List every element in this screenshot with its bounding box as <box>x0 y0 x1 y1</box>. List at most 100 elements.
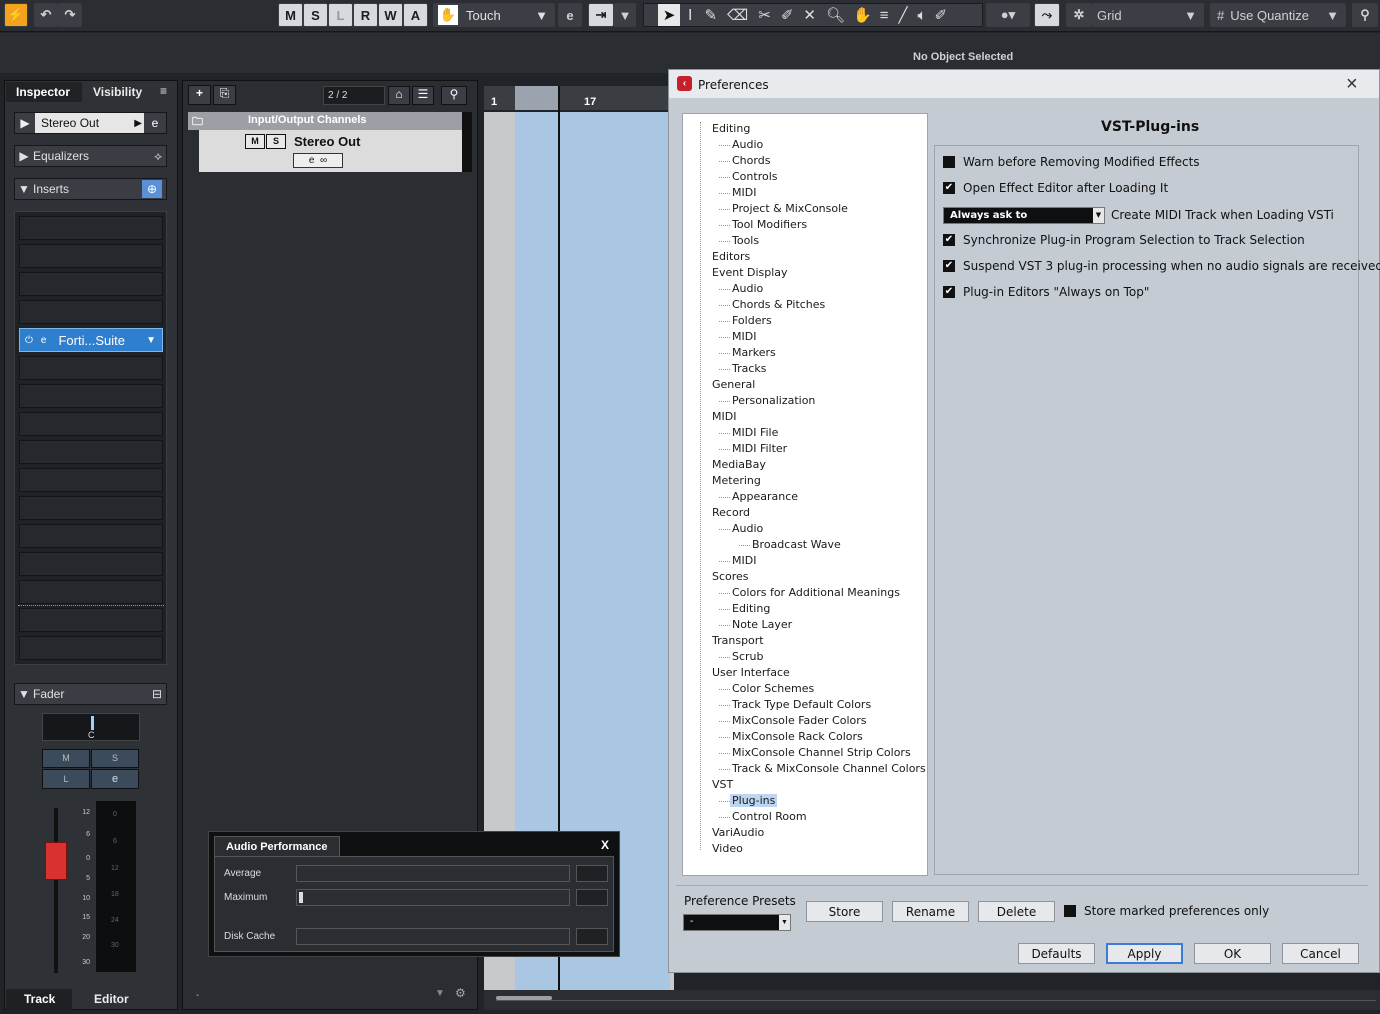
fader-edit-button[interactable]: e <box>91 769 139 789</box>
tree-item-audio[interactable]: Audio <box>732 282 763 295</box>
mode-w[interactable]: W <box>378 3 403 27</box>
project-activate-button[interactable]: ⚡ <box>4 3 28 27</box>
tree-item-editors[interactable]: Editors <box>712 250 750 263</box>
play-tool-icon[interactable]: 🔈︎ <box>918 7 927 24</box>
tree-item-appearance[interactable]: Appearance <box>732 490 798 503</box>
tree-item-colors-for-additional-meanings[interactable]: Colors for Additional Meanings <box>732 586 900 599</box>
mode-s[interactable]: S <box>303 3 328 27</box>
defaults-button[interactable]: Defaults <box>1018 943 1095 964</box>
object-selection-tool-icon[interactable]: ➤ <box>658 4 680 26</box>
inspector-fader-row[interactable]: ▼ Fader ⊟ <box>14 683 167 705</box>
insert-slot[interactable] <box>19 300 163 324</box>
insert-slot-active[interactable]: ⏻ e Forti...Suite ▼ <box>19 328 163 352</box>
inspector-equalizers-row[interactable]: ▶ Equalizers ⟡ <box>14 145 167 167</box>
tree-item-chords[interactable]: Chords <box>732 154 770 167</box>
fader-mute-button[interactable]: M <box>42 749 90 768</box>
tree-item-user-interface[interactable]: User Interface <box>712 666 790 679</box>
snap-type-select[interactable]: Grid ▼ <box>1092 3 1204 27</box>
tree-item-mixconsole-rack-colors[interactable]: MixConsole Rack Colors <box>732 730 863 743</box>
tree-item-plug-ins[interactable]: Plug-ins <box>730 794 778 807</box>
add-track-folder-icon[interactable]: ⎘ <box>213 85 236 105</box>
tree-item-metering[interactable]: Metering <box>712 474 761 487</box>
checkbox[interactable]: ✔ <box>943 234 955 246</box>
insert-slot[interactable] <box>19 412 163 436</box>
tree-item-variaudio[interactable]: VariAudio <box>712 826 764 839</box>
edit-channel-icon[interactable]: e <box>144 113 166 133</box>
tree-item-midi[interactable]: MIDI <box>712 410 736 423</box>
inspector-menu-icon[interactable]: ≡ <box>160 84 167 98</box>
folder-track[interactable]: 🗀︎ Input/Output Channels <box>188 112 462 130</box>
track-solo-button[interactable]: S <box>266 134 286 149</box>
rename-button[interactable]: Rename <box>892 901 969 922</box>
track-mute-button[interactable]: M <box>245 134 265 149</box>
tree-item-general[interactable]: General <box>712 378 755 391</box>
tree-item-project-mixconsole[interactable]: Project & MixConsole <box>732 202 848 215</box>
tree-item-transport[interactable]: Transport <box>712 634 764 647</box>
track-list-menu-icon[interactable]: ☰ <box>412 86 434 105</box>
inspector-inserts-row[interactable]: ▼ Inserts ⊕ <box>14 178 167 200</box>
pan-control[interactable]: C <box>42 713 140 741</box>
insert-slot[interactable] <box>19 552 163 576</box>
tree-item-chords-pitches[interactable]: Chords & Pitches <box>732 298 825 311</box>
tree-item-vst[interactable]: VST <box>712 778 733 791</box>
tree-item-mediabay[interactable]: MediaBay <box>712 458 766 471</box>
tool-select-icon[interactable]: ⇥ <box>588 3 614 27</box>
option-sync-program[interactable]: ✔ Synchronize Plug-in Program Selection t… <box>943 233 1305 247</box>
option-store-marked[interactable]: Store marked preferences only <box>1064 904 1269 918</box>
gear-icon[interactable]: ⚙ <box>455 986 466 1000</box>
color-menu-button[interactable]: ●▾ <box>986 3 1030 27</box>
fader-listen-button[interactable]: L <box>42 769 90 789</box>
ok-button[interactable]: OK <box>1194 943 1271 964</box>
automation-mode-select[interactable]: ✋ Touch ▼ <box>433 3 555 27</box>
erase-tool-icon[interactable]: ⌫ <box>727 6 748 24</box>
glue-tool-icon[interactable]: ✐ <box>781 6 794 24</box>
checkbox[interactable] <box>943 156 955 168</box>
snap-toggle-icon[interactable]: ✲ <box>1066 3 1092 27</box>
checkbox[interactable]: ✔ <box>943 182 955 194</box>
cancel-button[interactable]: Cancel <box>1282 943 1359 964</box>
tree-item-controls[interactable]: Controls <box>732 170 778 183</box>
tree-item-color-schemes[interactable]: Color Schemes <box>732 682 814 695</box>
mode-m[interactable]: M <box>278 3 303 27</box>
tab-visibility[interactable]: Visibility <box>84 82 154 102</box>
tree-item-midi[interactable]: MIDI <box>732 554 756 567</box>
draw-tool-icon[interactable]: ✎ <box>704 6 717 24</box>
delete-button[interactable]: Delete <box>978 901 1055 922</box>
tree-item-mixconsole-fader-colors[interactable]: MixConsole Fader Colors <box>732 714 867 727</box>
create-midi-track-dropdown[interactable]: Always ask to ▼ <box>943 207 1105 224</box>
insert-slot[interactable] <box>19 468 163 492</box>
chevron-down-icon[interactable]: ▼ <box>435 988 445 999</box>
audio-performance-tab[interactable]: Audio Performance <box>214 836 340 856</box>
tree-item-midi-file[interactable]: MIDI File <box>732 426 778 439</box>
tree-item-note-layer[interactable]: Note Layer <box>732 618 792 631</box>
comp-tool-icon[interactable]: ≡ <box>880 7 889 24</box>
insert-slot[interactable] <box>19 384 163 408</box>
insert-slot[interactable] <box>19 216 163 240</box>
tree-item-midi[interactable]: MIDI <box>732 330 756 343</box>
fader-solo-button[interactable]: S <box>91 749 139 768</box>
tree-item-audio[interactable]: Audio <box>732 522 763 535</box>
apply-button[interactable]: Apply <box>1106 943 1183 964</box>
tool-dropdown[interactable]: ▼ <box>614 3 636 27</box>
search-icon[interactable]: ⚲ <box>1352 3 1378 27</box>
tree-item-audio[interactable]: Audio <box>732 138 763 151</box>
insert-slot[interactable] <box>19 272 163 296</box>
tree-item-midi[interactable]: MIDI <box>732 186 756 199</box>
power-icon[interactable]: ⏻ <box>25 335 33 346</box>
range-tool-icon[interactable]: Ⅰ <box>688 6 692 24</box>
tree-item-track-type-default-colors[interactable]: Track Type Default Colors <box>732 698 871 711</box>
tree-item-personalization[interactable]: Personalization <box>732 394 815 407</box>
mode-a[interactable]: A <box>403 3 428 27</box>
insert-slot[interactable] <box>19 608 163 632</box>
fader-settings-icon[interactable]: ⊟ <box>152 687 162 701</box>
line-tool-icon[interactable]: ╱ <box>898 6 907 24</box>
mute-tool-icon[interactable]: ✕ <box>803 6 816 24</box>
tree-item-scrub[interactable]: Scrub <box>732 650 764 663</box>
presets-dropdown[interactable]: - ▼ <box>683 914 791 931</box>
option-warn-removing[interactable]: Warn before Removing Modified Effects <box>943 155 1200 169</box>
inspector-channel-row[interactable]: ▶ Stereo Out ▶ e <box>14 112 167 134</box>
insert-slot[interactable] <box>19 244 163 268</box>
tree-item-event-display[interactable]: Event Display <box>712 266 788 279</box>
color-tool-icon[interactable]: ✐ <box>935 6 948 24</box>
option-open-editor[interactable]: ✔ Open Effect Editor after Loading It <box>943 181 1168 195</box>
